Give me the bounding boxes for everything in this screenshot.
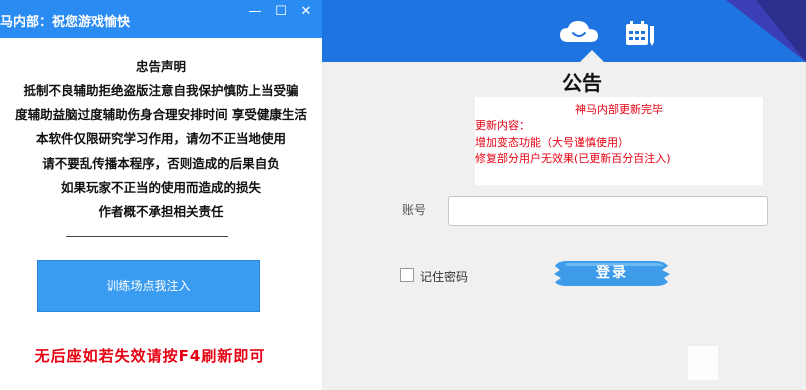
login-button-label: 登录 <box>596 265 628 281</box>
window-title: 马内部：祝您游戏愉快 <box>0 15 131 30</box>
cloud-icon[interactable] <box>558 18 600 46</box>
remember-password-checkbox[interactable] <box>400 268 414 282</box>
account-input[interactable] <box>448 196 768 226</box>
tab-pointer <box>580 50 604 62</box>
inject-button[interactable]: 训练场点我注入 <box>37 260 260 312</box>
declaration-heading: 忠告声明 <box>135 59 186 74</box>
notice-line: 修复部分用户无效果(已更新百分百注入) <box>475 152 671 165</box>
login-button[interactable]: 登录 <box>552 258 672 288</box>
refresh-hint: 无后座如若失效请按F4刷新即可 <box>34 347 266 365</box>
title-bar[interactable]: 马内部：祝您游戏愉快 — ☐ ✕ <box>0 0 322 38</box>
notice-headline: 神马内部更新完毕 <box>575 103 663 116</box>
declaration-line: 如果玩家不正当的使用而造成的损失 <box>60 180 261 195</box>
left-window: 马内部：祝您游戏愉快 — ☐ ✕ 忠告声明 抵制不良辅助拒绝盗版注意自我保护慎防… <box>0 0 322 390</box>
close-button[interactable]: ✕ <box>295 3 317 21</box>
declaration-line: 作者概不承担相关责任 <box>98 204 224 219</box>
minimize-button[interactable]: — <box>244 3 266 21</box>
declaration-line: 度辅助益脑过度辅助伤身合理安排时间 享受健康生活 <box>15 107 307 122</box>
watermark-patch <box>688 346 718 380</box>
notice-panel: 神马内部更新完毕 更新内容： 增加变态功能（大号谨慎使用） 修复部分用户无效果(… <box>475 97 763 185</box>
declaration-line: 抵制不良辅助拒绝盗版注意自我保护慎防上当受骗 <box>23 83 299 98</box>
declaration-line: 本软件仅限研究学习作用，请勿不正当地使用 <box>35 131 286 146</box>
declaration-line: 请不要乱传播本程序，否则造成的后果自负 <box>42 156 280 171</box>
right-window: 公告 神马内部更新完毕 更新内容： 增加变态功能（大号谨慎使用） 修复部分用户无… <box>322 0 806 390</box>
account-label: 账号 <box>402 203 427 217</box>
notice-line: 更新内容： <box>475 119 530 132</box>
notice-line: 增加变态功能（大号谨慎使用） <box>475 136 629 149</box>
remember-password-label[interactable]: 记住密码 <box>420 268 468 285</box>
calendar-icon[interactable] <box>624 20 656 48</box>
maximize-button[interactable]: ☐ <box>270 3 292 21</box>
notice-title: 公告 <box>562 71 602 95</box>
header-stripe <box>756 0 806 62</box>
divider <box>66 236 228 237</box>
header-banner <box>322 0 806 62</box>
